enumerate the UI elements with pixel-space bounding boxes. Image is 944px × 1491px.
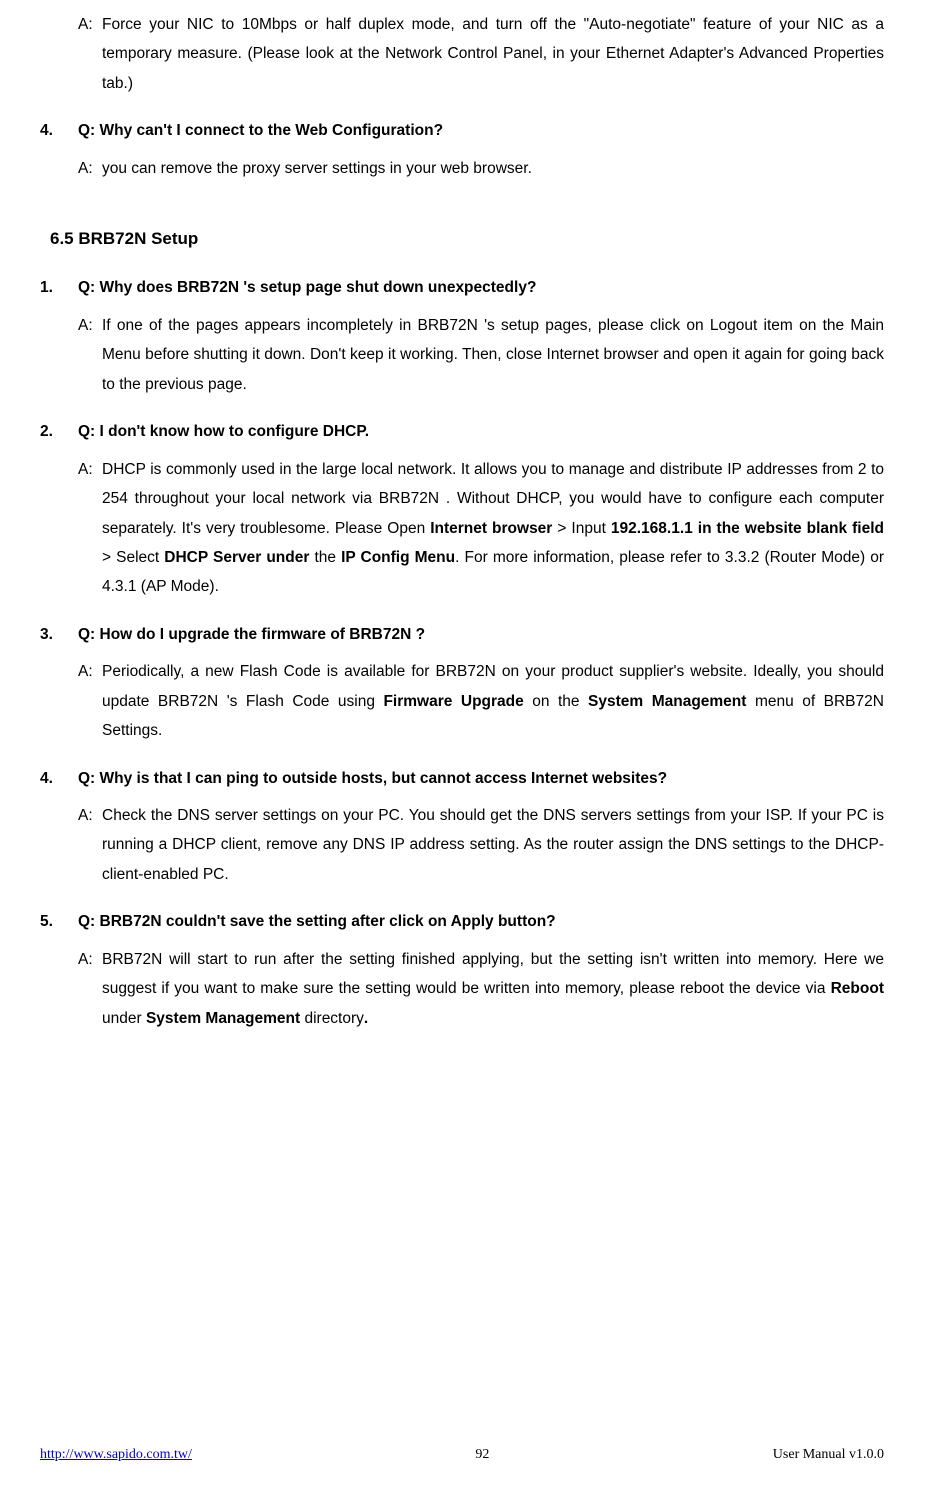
answer-bold: DHCP Server under (164, 549, 309, 566)
question-text: Q: How do I upgrade the firmware of BRB7… (78, 620, 884, 649)
question-number: 4. (40, 116, 78, 145)
question-text: Q: Why can't I connect to the Web Config… (78, 116, 884, 145)
answer-bold: System Management (588, 693, 746, 710)
question-text: Q: Why does BRB72N 's setup page shut do… (78, 273, 884, 302)
footer-version: User Manual v1.0.0 (773, 1442, 884, 1469)
answer-bold: 192.168.1.1 in the website blank field (611, 520, 884, 537)
answer-bold: Firmware Upgrade (383, 693, 523, 710)
answer-text: Check the DNS server settings on your PC… (102, 801, 884, 889)
question-number: 1. (40, 273, 78, 302)
question-line: 4. Q: Why is that I can ping to outside … (40, 764, 884, 793)
question-line: 2. Q: I don't know how to configure DHCP… (40, 417, 884, 446)
answer-bold: System Management (146, 1010, 300, 1027)
question-line: 1. Q: Why does BRB72N 's setup page shut… (40, 273, 884, 302)
answer-text: DHCP is commonly used in the large local… (102, 455, 884, 602)
answer-span: BRB72N will start to run after the setti… (102, 951, 884, 997)
section-heading: 6.5 BRB72N Setup (50, 223, 884, 255)
page-footer: http://www.sapido.com.tw/ 92 User Manual… (40, 1442, 884, 1469)
answer-line: A: If one of the pages appears incomplet… (40, 311, 884, 399)
answer-text: BRB72N will start to run after the setti… (102, 945, 884, 1033)
question-text: Q: BRB72N couldn't save the setting afte… (78, 907, 884, 936)
answer-line: A: you can remove the proxy server setti… (40, 154, 884, 183)
document-page: A: Force your NIC to 10Mbps or half dupl… (0, 0, 944, 1033)
answer-prefix: A: (78, 801, 102, 889)
answer-line: A: Check the DNS server settings on your… (40, 801, 884, 889)
question-line: 5. Q: BRB72N couldn't save the setting a… (40, 907, 884, 936)
answer-line: A: Force your NIC to 10Mbps or half dupl… (40, 10, 884, 98)
question-number: 2. (40, 417, 78, 446)
answer-prefix: A: (78, 10, 102, 98)
prev-answer-block: A: Force your NIC to 10Mbps or half dupl… (40, 10, 884, 98)
answer-text: Periodically, a new Flash Code is availa… (102, 657, 884, 745)
qa-1: 1. Q: Why does BRB72N 's setup page shut… (40, 273, 884, 399)
answer-prefix: A: (78, 154, 102, 183)
answer-text: If one of the pages appears incompletely… (102, 311, 884, 399)
answer-span: directory (300, 1010, 364, 1027)
answer-prefix: A: (78, 657, 102, 745)
answer-span: > Input (552, 520, 611, 537)
qa-5: 5. Q: BRB72N couldn't save the setting a… (40, 907, 884, 1033)
qa-4: 4. Q: Why is that I can ping to outside … (40, 764, 884, 890)
footer-url-link[interactable]: http://www.sapido.com.tw/ (40, 1442, 192, 1469)
question-text: Q: I don't know how to configure DHCP. (78, 417, 884, 446)
answer-text: Force your NIC to 10Mbps or half duplex … (102, 10, 884, 98)
answer-bold: Reboot (831, 980, 884, 997)
question-number: 5. (40, 907, 78, 936)
qa-3: 3. Q: How do I upgrade the firmware of B… (40, 620, 884, 746)
footer-page-number: 92 (475, 1442, 489, 1469)
answer-line: A: Periodically, a new Flash Code is ava… (40, 657, 884, 745)
answer-prefix: A: (78, 945, 102, 1033)
answer-text: you can remove the proxy server settings… (102, 154, 884, 183)
question-line: 4. Q: Why can't I connect to the Web Con… (40, 116, 884, 145)
answer-prefix: A: (78, 455, 102, 602)
answer-bold: IP Config Menu (341, 549, 455, 566)
qa-2: 2. Q: I don't know how to configure DHCP… (40, 417, 884, 602)
qa-top-4: 4. Q: Why can't I connect to the Web Con… (40, 116, 884, 183)
answer-span: under (102, 1010, 146, 1027)
question-number: 3. (40, 620, 78, 649)
question-text: Q: Why is that I can ping to outside hos… (78, 764, 884, 793)
answer-span: > Select (102, 549, 164, 566)
answer-prefix: A: (78, 311, 102, 399)
answer-span: on the (524, 693, 588, 710)
answer-span: the (309, 549, 341, 566)
answer-line: A: BRB72N will start to run after the se… (40, 945, 884, 1033)
answer-bold: Internet browser (430, 520, 552, 537)
question-line: 3. Q: How do I upgrade the firmware of B… (40, 620, 884, 649)
question-number: 4. (40, 764, 78, 793)
answer-line: A: DHCP is commonly used in the large lo… (40, 455, 884, 602)
answer-bold: . (364, 1010, 368, 1027)
